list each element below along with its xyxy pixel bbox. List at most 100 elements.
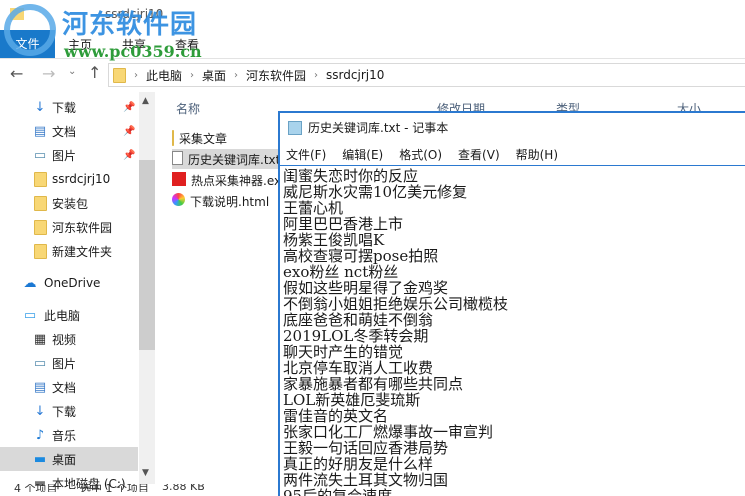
text-line: 闺蜜失恋时你的反应 [283,167,419,185]
nav-item[interactable]: ▤ 文档 [0,375,138,399]
nav-item-label: 河东软件园 [52,220,113,235]
nav-item[interactable]: ssrdcjrj10 [0,167,138,191]
pin-icon[interactable]: 📌 [123,150,135,161]
status-selected: 选中 1 个项目 [80,484,149,492]
chevron-right-icon: › [234,69,239,81]
cloud-icon: ☁ [23,275,37,291]
text-line: 阿里巴巴香港上市 [283,215,404,233]
scroll-up-icon[interactable]: ▲ [142,96,149,106]
text-line: 王毅一句话回应香港局势 [283,439,449,457]
column-name[interactable]: 名称 [176,100,200,117]
file-row[interactable]: 热点采集神器.exe [172,170,278,190]
nav-item[interactable]: ▭ 此电脑 [0,303,138,327]
nav-item-label: 文档 [52,380,77,395]
breadcrumb-item[interactable]: 桌面 [202,67,226,84]
chevron-right-icon: › [314,69,319,81]
watermark-logo-icon [4,4,56,56]
address-bar[interactable]: › 此电脑 › 桌面 › 河东软件园 › ssrdcjrj10 [108,63,745,87]
nav-item-label: 文档 [52,124,77,139]
text-line: 假如这些明星得了金鸡奖 [283,279,449,297]
text-line: 不倒翁小姐姐拒绝娱乐公司橄榄枝 [283,295,509,313]
nav-item[interactable]: 河东软件园 [0,215,138,239]
nav-item[interactable]: ▭ 图片 📌 [0,143,138,167]
notepad-title-bar: 历史关键词库.txt - 记事本 [288,119,448,136]
nav-item[interactable]: 安装包 [0,191,138,215]
document-icon: ▤ [33,123,47,139]
computer-icon: ▭ [23,307,37,323]
watermark-url: www.pc0359.cn [64,42,202,61]
notepad-title: 历史关键词库.txt - 记事本 [308,121,449,135]
nav-item-label: 下载 [52,100,77,115]
notepad-text-area[interactable]: 闺蜜失恋时你的反应 威尼斯水灾需10亿美元修复 王蕾心机 阿里巴巴香港上市 杨紫王俊凯唱… [280,165,745,496]
file-name: 历史关键词库.txt [188,152,278,167]
text-line: 高校查寝可摆pose拍照 [283,247,439,265]
text-line: 家暴施暴者都有哪些共同点 [283,375,464,393]
forward-icon[interactable]: → [42,64,55,83]
nav-item-label: 此电脑 [44,308,81,323]
text-line: 张家口化工厂燃爆事故一审宣判 [283,423,494,441]
nav-item-label: OneDrive [44,276,101,290]
desktop-icon: ▬ [33,451,47,467]
nav-item[interactable]: ▭ 图片 [0,351,138,375]
text-line: 2019LOL冬季转会期 [283,327,429,345]
nav-item-label: 下载 [52,404,77,419]
watermark-logo: 河东软件园 [62,10,198,40]
file-name: 热点采集神器.exe [191,173,278,188]
nav-item[interactable]: ▬ 桌面 [0,447,138,471]
file-row[interactable]: 采集文章 [172,128,278,148]
back-icon[interactable]: ← [10,64,23,83]
folder-icon [32,195,48,211]
nav-item-label: 音乐 [52,428,77,443]
menu-file[interactable]: 文件(F) [286,146,326,163]
scroll-down-icon[interactable]: ▼ [142,468,149,478]
menu-edit[interactable]: 编辑(E) [342,146,383,163]
text-line: 北京停车取消人工收费 [283,359,434,377]
text-line: exo粉丝 nct粉丝 [283,263,399,281]
nav-item[interactable]: ☁ OneDrive [0,271,138,295]
pin-icon[interactable]: 📌 [123,102,135,113]
nav-item[interactable]: ♪ 音乐 [0,423,138,447]
breadcrumb-item[interactable]: ssrdcjrj10 [326,68,384,82]
text-file-icon [172,150,183,168]
nav-item[interactable]: ▤ 文档 📌 [0,119,138,143]
folder-icon [32,219,48,235]
status-count: 4 个项目 [14,484,58,492]
text-line: 威尼斯水灾需10亿美元修复 [283,183,468,201]
text-line: LOL新英雄厄斐琉斯 [283,391,421,409]
text-line: 95后的复合速度 [283,487,393,496]
nav-item-label: 视频 [52,332,77,347]
breadcrumb-item[interactable]: 此电脑 [146,67,182,84]
chevron-right-icon: › [190,69,195,81]
nav-item-label: ssrdcjrj10 [52,172,111,186]
navigation-pane: ↓ 下载 📌 ▤ 文档 📌 ▭ 图片 📌 ssrdcjrj10 安装包 河东软件园 新建文件夹 ☁ OneD… [0,92,140,491]
recent-chevron-icon[interactable]: ⌄ [68,66,76,77]
folder-icon [113,67,126,83]
text-line: 底座爸爸和萌娃不倒翁 [283,311,434,329]
file-row[interactable]: 下载说明.html [172,191,278,211]
status-bar: 4 个项目 选中 1 个项目 3.88 KB [0,484,280,492]
download-icon: ↓ [34,403,46,419]
file-name: 采集文章 [179,131,228,146]
folder-icon [32,171,48,187]
up-icon[interactable]: ↑ [88,63,101,82]
pin-icon[interactable]: 📌 [123,126,135,137]
nav-item[interactable]: ↓ 下载 [0,399,138,423]
nav-item-label: 图片 [52,148,77,163]
folder-icon [32,243,48,259]
scrollbar-thumb[interactable] [139,160,155,350]
file-row[interactable]: 历史关键词库.txt [172,149,278,169]
notepad-icon [288,120,302,135]
nav-item-label: 图片 [52,356,77,371]
document-icon: ▤ [33,379,47,395]
nav-item[interactable]: ↓ 下载 📌 [0,95,138,119]
nav-item[interactable]: ▦ 视频 [0,327,138,351]
html-file-icon [172,193,185,209]
menu-format[interactable]: 格式(O) [399,146,442,163]
nav-item[interactable]: 新建文件夹 [0,239,138,263]
video-icon: ▦ [33,331,47,347]
menu-help[interactable]: 帮助(H) [516,146,558,163]
nav-item-label: 安装包 [52,196,89,211]
text-line: 王蕾心机 [283,199,344,217]
breadcrumb-item[interactable]: 河东软件园 [246,67,306,84]
menu-view[interactable]: 查看(V) [458,146,500,163]
